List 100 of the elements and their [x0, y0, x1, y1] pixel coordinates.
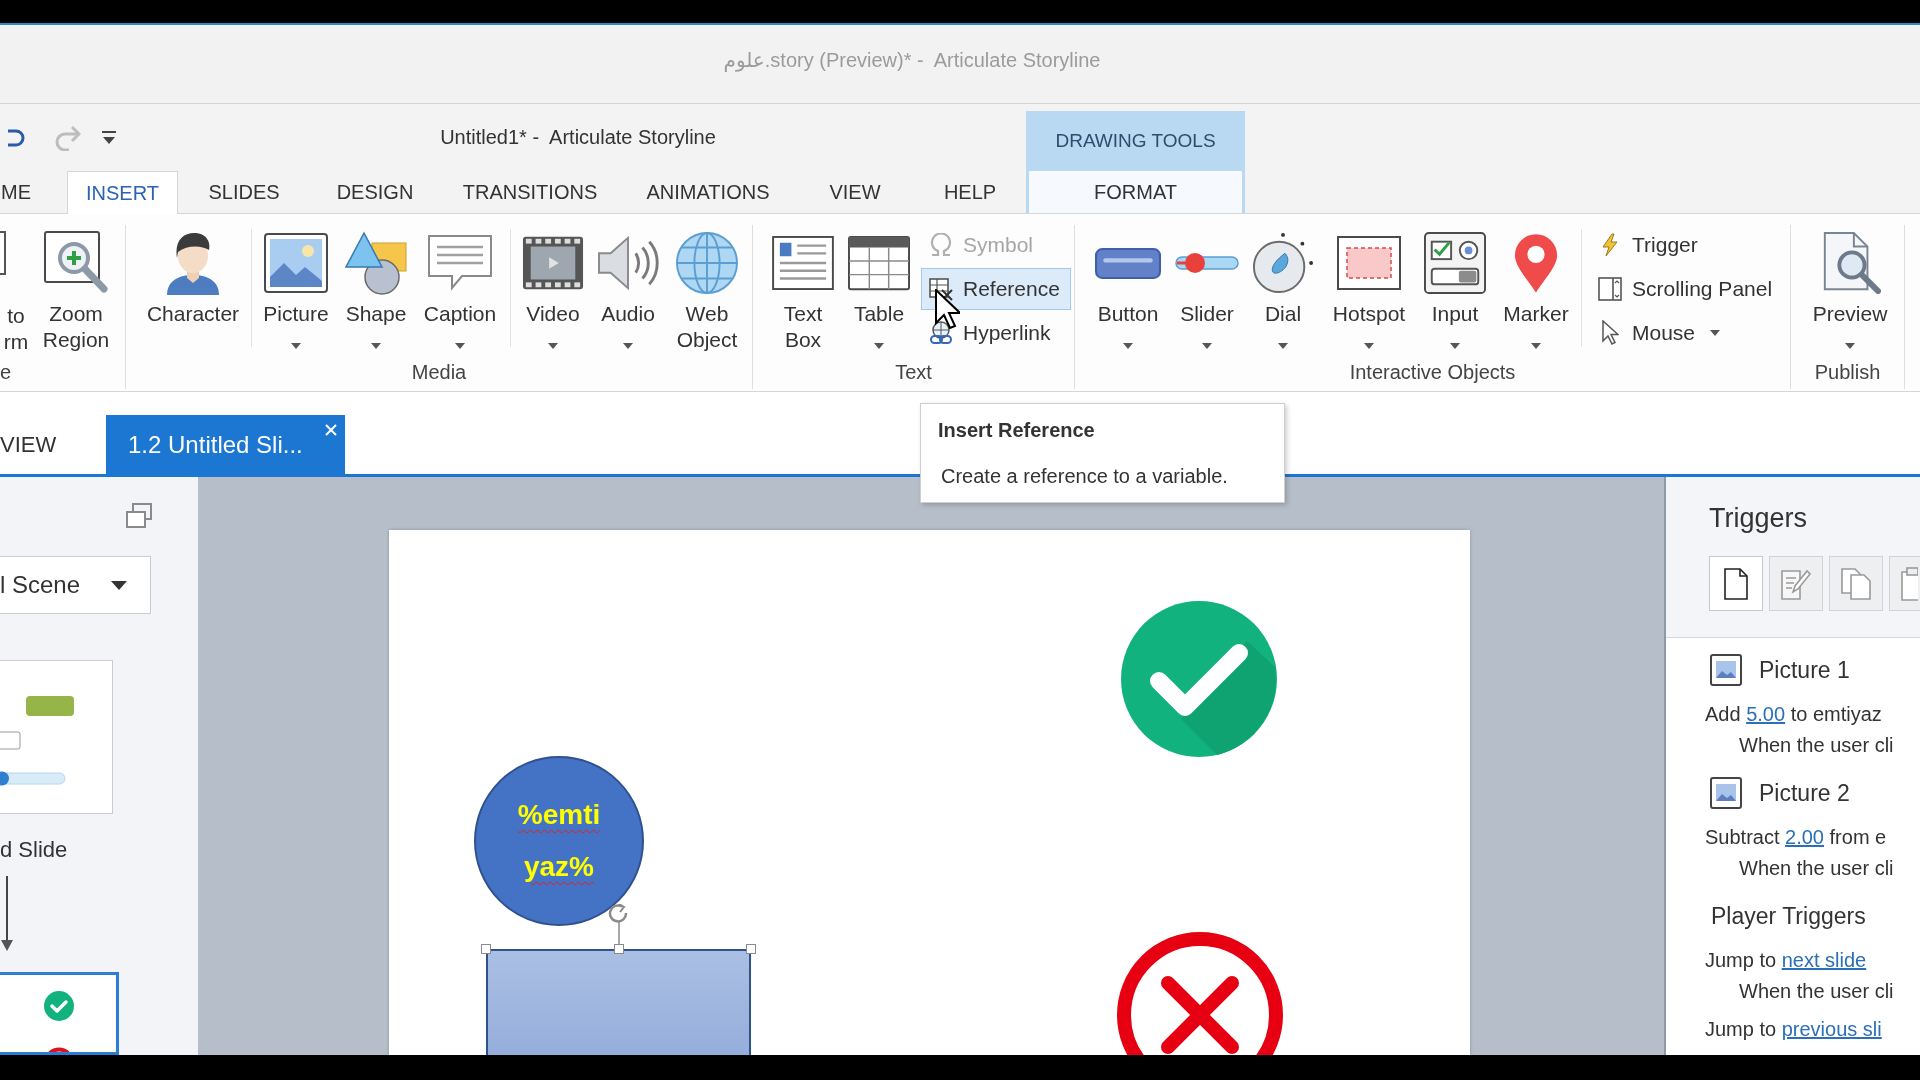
ribbon-tab[interactable]: TRANSITIONS — [440, 171, 620, 213]
ribbon-tab[interactable]: ANIMATIONS — [620, 171, 796, 213]
ribbon-tab[interactable]: DESIGN — [310, 171, 440, 213]
trigger-action: Add 5.00 to emtiyaz — [1705, 702, 1882, 727]
slide-thumbnail[interactable] — [0, 972, 119, 1055]
trigger-condition: When the user cli — [1739, 733, 1894, 758]
ribbon-button[interactable]: Audio — [591, 229, 665, 355]
trigger-action: Jump to previous sli — [1705, 1017, 1882, 1042]
ribbon-button[interactable]: Marker — [1494, 229, 1578, 355]
ribbon-button[interactable]: Table — [843, 229, 915, 355]
dial-icon — [1252, 232, 1314, 294]
ribbon-button[interactable]: Input — [1416, 229, 1494, 355]
mouse-pointer-icon — [934, 289, 960, 329]
ribbon-button[interactable]: Text Box — [763, 229, 843, 355]
trigger-condition: When the user cli — [1739, 979, 1894, 1004]
group-label: Publish — [1814, 361, 1881, 383]
clipboard-icon — [1900, 566, 1918, 601]
form-controls-icon — [1424, 232, 1486, 294]
ribbon-button[interactable]: Trigger — [1590, 224, 1786, 266]
ribbon-tab[interactable]: HELP — [914, 171, 1026, 213]
ribbon-button[interactable]: to rm — [0, 229, 32, 355]
table-icon — [848, 235, 910, 291]
ribbon-button[interactable]: Zoom Region — [32, 229, 120, 355]
picture-icon — [1710, 777, 1742, 809]
ribbon-button[interactable]: Mouse — [1590, 312, 1786, 354]
ribbon-button[interactable]: Web Object — [665, 229, 749, 355]
window-title: علوم.story (Preview)* - Articulate Storyline — [723, 48, 1101, 72]
group-label: Media — [411, 361, 467, 383]
slide-thumbnail[interactable] — [0, 660, 113, 814]
document-pencil-icon — [1781, 567, 1811, 600]
trigger-link[interactable]: 5.00 — [1746, 703, 1786, 725]
slider-icon — [1174, 252, 1240, 274]
ribbon-button[interactable]: Reference — [921, 268, 1071, 310]
ribbon-button[interactable]: Dial — [1244, 229, 1322, 355]
picture-icon — [1710, 654, 1742, 686]
curved-arrow-icon — [53, 124, 81, 151]
film-icon — [522, 235, 584, 291]
contextual-tab-group: DRAWING TOOLS — [1026, 111, 1245, 171]
group-label: Interactive Objects — [1349, 361, 1516, 383]
dashed-rectangle-icon — [1337, 236, 1401, 290]
speech-bubble-icon — [428, 235, 492, 291]
ribbon-tab[interactable]: FORMAT — [1026, 171, 1245, 213]
close-icon[interactable] — [325, 424, 337, 436]
panel-title: Triggers — [1709, 503, 1809, 533]
ribbon-button[interactable]: Picture — [256, 229, 336, 355]
tooltip-text: Create a reference to a variable. — [941, 464, 1228, 488]
ribbon-button[interactable]: Shape — [336, 229, 416, 355]
trigger-group-title: Player Triggers — [1711, 902, 1866, 930]
picture-icon — [264, 233, 328, 293]
ribbon-tab[interactable]: INSERT — [67, 171, 178, 214]
speaker-icon — [597, 234, 659, 292]
group-label: e — [0, 361, 12, 383]
ribbon-button[interactable]: Video — [515, 229, 591, 355]
ribbon-button[interactable]: Preview — [1806, 229, 1894, 355]
ribbon-button[interactable]: Caption — [416, 229, 504, 355]
ribbon-button[interactable]: Button — [1086, 229, 1170, 355]
document-tab[interactable]: 1.2 Untitled Sli... — [106, 415, 345, 474]
text-box-icon — [772, 236, 834, 290]
tooltip-title: Insert Reference — [938, 418, 1095, 442]
resize-handle[interactable] — [613, 944, 624, 954]
map-pin-icon — [1513, 232, 1559, 294]
trigger-action: Jump to next slide — [1705, 948, 1867, 973]
shape-text: %emti yaz% — [517, 798, 601, 884]
slide-title: d Slide — [0, 838, 68, 862]
group-label: Text — [895, 361, 932, 383]
scroll-panel-icon — [1598, 277, 1622, 301]
ribbon-tab[interactable]: SLIDES — [178, 171, 310, 213]
magnifier-frame-icon — [44, 231, 108, 295]
scene-dropdown[interactable]: l Scene — [0, 556, 151, 614]
dropdown-icon — [102, 130, 116, 145]
ribbon-tab[interactable]: ME — [0, 171, 32, 213]
resize-handle[interactable] — [481, 944, 491, 954]
ribbon-button[interactable]: Hotspot — [1322, 229, 1416, 355]
trigger-condition: When the user cli — [1739, 856, 1894, 881]
ribbon-tab[interactable]: VIEW — [796, 171, 914, 213]
window-title: Untitled1* - Articulate Storyline — [440, 126, 716, 149]
document-tab[interactable]: VIEW — [0, 415, 106, 474]
trigger-group-title: Picture 1 — [1759, 656, 1850, 684]
rounded-bar-icon — [1095, 247, 1161, 279]
trigger-link[interactable]: next slide — [1781, 949, 1867, 971]
ribbon-button[interactable]: Scrolling Panel — [1590, 268, 1786, 310]
document-icon — [1724, 567, 1748, 600]
resize-handle[interactable] — [746, 944, 756, 954]
ribbon-button[interactable]: Slider — [1170, 229, 1244, 355]
new-button[interactable] — [1709, 556, 1763, 611]
trigger-link[interactable]: 2.00 — [1785, 826, 1824, 848]
trigger-action: Subtract 2.00 from e — [1705, 825, 1887, 850]
shapes-icon — [344, 231, 408, 295]
stacked-windows-icon[interactable] — [126, 503, 152, 529]
trigger-group-title: Picture 2 — [1759, 779, 1850, 807]
copy-icon — [1841, 567, 1871, 600]
cursor-icon — [1601, 320, 1619, 346]
lightning-icon — [1601, 233, 1619, 257]
globe-icon — [676, 232, 738, 294]
omega-icon — [929, 233, 953, 257]
arc-icon — [48, 1045, 70, 1052]
trigger-link[interactable]: previous sli — [1781, 1018, 1882, 1040]
caret-icon — [111, 580, 127, 590]
ribbon-button[interactable]: Character — [143, 229, 243, 355]
check-circle-icon — [44, 991, 74, 1021]
